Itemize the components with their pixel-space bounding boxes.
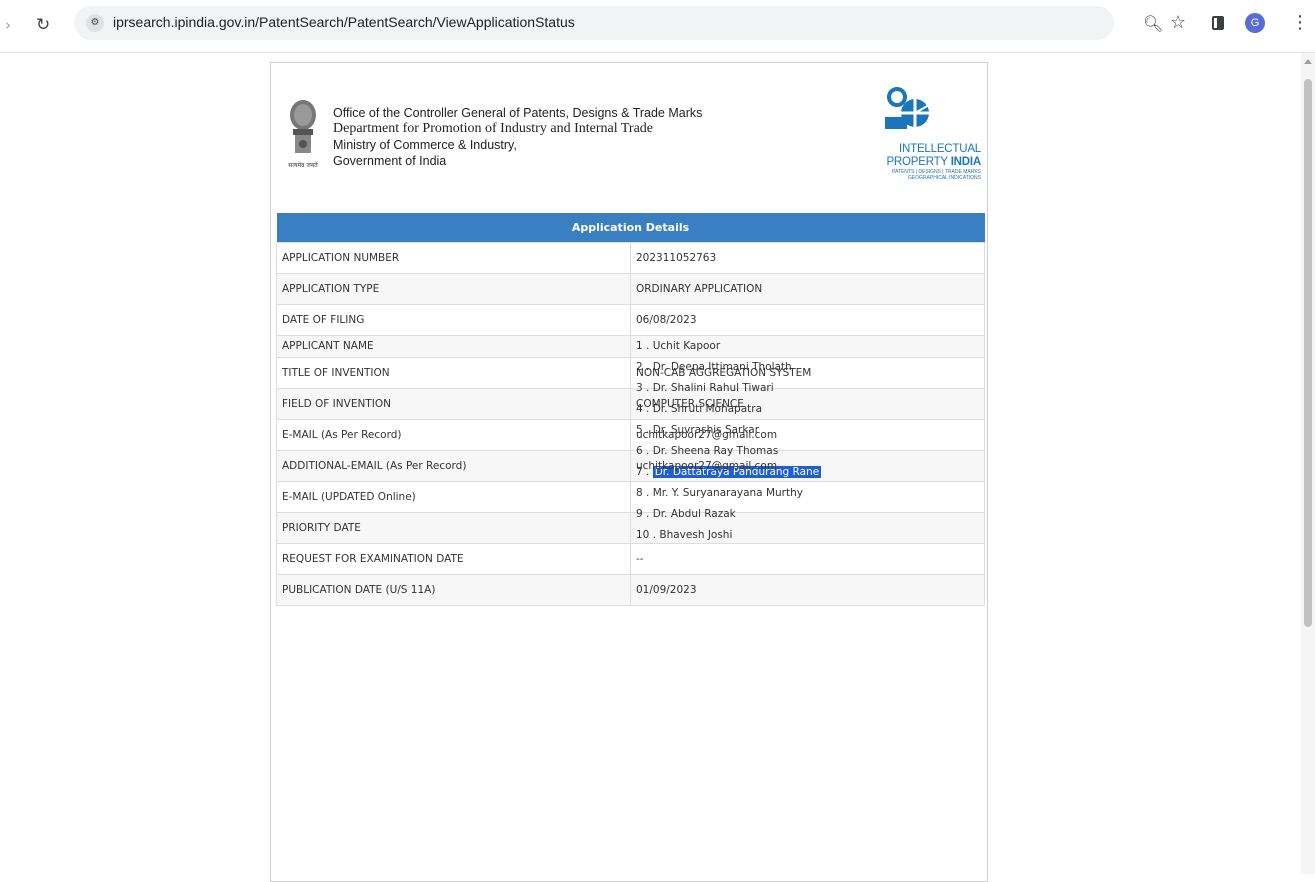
applicant-item: 1 . Uchit Kapoor	[636, 336, 979, 357]
address-bar[interactable]: ⚙ iprsearch.ipindia.gov.in/PatentSearch/…	[74, 6, 1114, 40]
national-emblem-icon: सत्यमेव जयते	[288, 100, 318, 169]
applicant-list: 1 . Uchit Kapoor 2 . Dr. Deepa Ittimani T…	[630, 335, 985, 541]
applicant-name: Bhavesh Joshi	[659, 529, 733, 541]
applicant-name-label: APPLICANT NAME	[282, 340, 374, 352]
table-row: TITLE OF INVENTION NON-CAB AGGREGATION SY…	[276, 357, 985, 389]
ip-india-logo-text: INTELLECTUAL PROPERTY INDIA PATENTS | DE…	[877, 143, 981, 181]
logo-line-1: INTELLECTUAL	[899, 143, 981, 155]
logo-line-2b: INDIA	[950, 156, 982, 168]
applicant-number: 8 .	[636, 487, 650, 499]
table-row: APPLICATION TYPE ORDINARY APPLICATION	[276, 273, 985, 305]
logo-tag-2: GEOGRAPHICAL INDICATIONS	[907, 175, 981, 181]
row-label: E-MAIL (As Per Record)	[276, 419, 631, 451]
table-row: PRIORITY DATE	[276, 512, 985, 544]
row-value: 01/09/2023	[630, 574, 985, 606]
table-row: E-MAIL (UPDATED Online)	[276, 481, 985, 513]
scroll-thumb[interactable]	[1304, 79, 1312, 627]
logo-line-2a: PROPERTY	[886, 156, 951, 168]
emblem-motto: सत्यमेव जयते	[288, 161, 318, 169]
table-row: ADDITIONAL-EMAIL (As Per Record) uchitkap…	[276, 450, 985, 482]
row-label: FIELD OF INVENTION	[276, 388, 631, 420]
profile-avatar[interactable]: G	[1245, 13, 1265, 33]
row-label: E-MAIL (UPDATED Online)	[276, 481, 631, 513]
row-value: ORDINARY APPLICATION	[630, 273, 985, 305]
applicant-name: Dr. Shalini Rahul Tiwari	[652, 382, 774, 394]
applicant-items: 1 . Uchit Kapoor 2 . Dr. Deepa Ittimani T…	[636, 336, 979, 541]
table-row: REQUEST FOR EXAMINATION DATE --	[276, 543, 985, 575]
zoom-icon[interactable]: 🔍︎	[1143, 14, 1163, 34]
row-label: PRIORITY DATE	[276, 512, 631, 544]
table-row: DATE OF FILING 06/08/2023	[276, 304, 985, 336]
office-title: Office of the Controller General of Pate…	[333, 105, 702, 169]
bookmark-star-icon[interactable]: ☆	[1170, 13, 1186, 33]
applicant-number: 9 .	[636, 508, 650, 520]
site-info-icon[interactable]: ⚙	[86, 14, 104, 32]
table-row: E-MAIL (As Per Record) uchitkapoor27@gmai…	[276, 419, 985, 451]
side-panel-icon[interactable]	[1212, 16, 1224, 30]
more-menu-icon[interactable]: ⋮	[1291, 13, 1309, 33]
browser-toolbar: › ↻ ⚙ iprsearch.ipindia.gov.in/PatentSea…	[0, 0, 1315, 53]
vertical-scrollbar[interactable]	[1301, 53, 1315, 874]
row-value: --	[630, 543, 985, 575]
applicant-number: 1 .	[636, 340, 650, 352]
applicant-number: 10 .	[636, 529, 657, 541]
office-line-1: Office of the Controller General of Pate…	[333, 106, 703, 120]
table-row: APPLICANT NAME 1 . Uchit Kapoor 2 . Dr. D…	[276, 335, 985, 541]
row-label: APPLICANT NAME	[276, 335, 631, 358]
row-label: REQUEST FOR EXAMINATION DATE	[276, 543, 631, 575]
table-row: PUBLICATION DATE (U/S 11A) 01/09/2023	[276, 574, 985, 606]
logo-line-2: PROPERTY INDIA	[877, 156, 981, 169]
table-row: FIELD OF INVENTION COMPUTER SCIENCE	[276, 388, 985, 420]
office-line-2: Department for Promotion of Industry and…	[333, 121, 653, 136]
forward-icon[interactable]: ›	[5, 15, 11, 35]
table-title: Application Details	[276, 213, 985, 243]
applicant-number: 3 .	[636, 382, 650, 394]
office-line-4: Government of India	[333, 154, 447, 168]
row-label: TITLE OF INVENTION	[276, 357, 631, 389]
table-row: APPLICATION NUMBER 202311052763	[276, 242, 985, 274]
applicant-name: Mr. Y. Suryanarayana Murthy	[652, 487, 803, 499]
applicant-name: Uchit Kapoor	[652, 340, 721, 352]
application-details-table: Application Details APPLICATION NUMBER 20…	[276, 213, 985, 606]
row-label: APPLICATION TYPE	[276, 273, 631, 305]
office-line-3: Ministry of Commerce & Industry,	[333, 138, 517, 152]
row-label: APPLICATION NUMBER	[276, 242, 631, 274]
row-value: 06/08/2023	[630, 304, 985, 336]
url-text[interactable]: iprsearch.ipindia.gov.in/PatentSearch/Pa…	[113, 14, 575, 30]
row-value: 202311052763	[630, 242, 985, 274]
row-label: PUBLICATION DATE (U/S 11A)	[276, 574, 631, 606]
applicant-name: Dr. Abdul Razak	[652, 508, 736, 520]
row-label: ADDITIONAL-EMAIL (As Per Record)	[276, 450, 631, 482]
reload-icon[interactable]: ↻	[36, 15, 50, 35]
row-label: DATE OF FILING	[276, 304, 631, 336]
scroll-up-arrow-icon[interactable]	[1304, 59, 1312, 64]
